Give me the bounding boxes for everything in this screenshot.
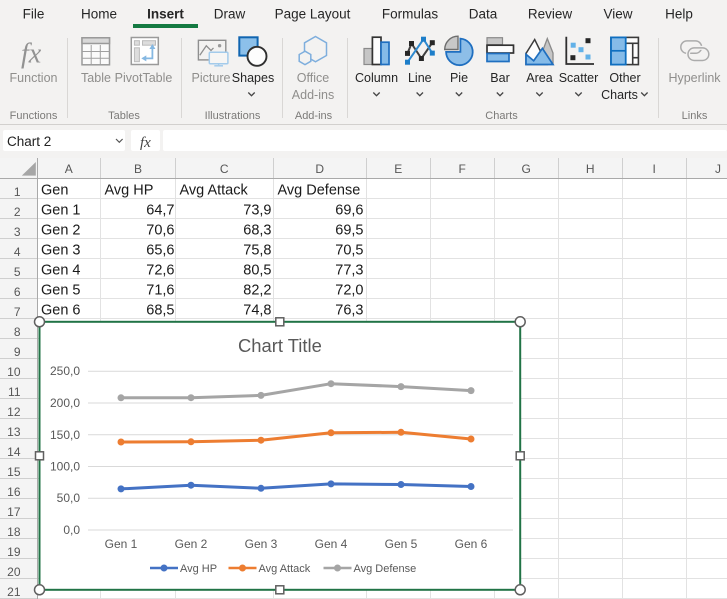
svg-text:G: G xyxy=(522,162,531,176)
svg-text:fx: fx xyxy=(140,135,151,151)
svg-text:Avg Defense: Avg Defense xyxy=(278,182,361,198)
svg-text:200,0: 200,0 xyxy=(50,396,80,410)
svg-text:2: 2 xyxy=(14,205,21,219)
svg-text:13: 13 xyxy=(7,425,21,439)
svg-text:3: 3 xyxy=(14,225,21,239)
svg-text:20: 20 xyxy=(7,565,21,579)
svg-text:75,8: 75,8 xyxy=(243,242,271,258)
svg-text:100,0: 100,0 xyxy=(50,460,80,474)
svg-text:70,6: 70,6 xyxy=(146,222,174,238)
svg-text:Gen 6: Gen 6 xyxy=(41,302,81,318)
svg-text:Gen 5: Gen 5 xyxy=(385,537,418,551)
svg-text:71,6: 71,6 xyxy=(146,282,174,298)
svg-text:H: H xyxy=(586,162,595,176)
svg-text:Gen 2: Gen 2 xyxy=(175,537,208,551)
svg-text:Gen 4: Gen 4 xyxy=(315,537,348,551)
svg-text:19: 19 xyxy=(7,545,21,559)
svg-text:68,5: 68,5 xyxy=(146,302,174,318)
svg-text:69,6: 69,6 xyxy=(335,202,363,218)
svg-text:Gen 1: Gen 1 xyxy=(41,202,81,218)
svg-text:0,0: 0,0 xyxy=(63,523,80,537)
svg-text:150,0: 150,0 xyxy=(50,428,80,442)
svg-text:A: A xyxy=(65,162,73,176)
svg-text:64,7: 64,7 xyxy=(146,202,174,218)
svg-text:6: 6 xyxy=(14,285,21,299)
svg-text:B: B xyxy=(134,162,142,176)
svg-text:21: 21 xyxy=(7,585,21,599)
svg-text:82,2: 82,2 xyxy=(243,282,271,298)
svg-text:Avg Attack: Avg Attack xyxy=(180,182,249,198)
svg-text:80,5: 80,5 xyxy=(243,262,271,278)
svg-text:Gen 6: Gen 6 xyxy=(455,537,488,551)
svg-text:Gen 4: Gen 4 xyxy=(41,262,81,278)
svg-text:72,6: 72,6 xyxy=(146,262,174,278)
svg-text:7: 7 xyxy=(14,305,21,319)
svg-text:74,8: 74,8 xyxy=(243,302,271,318)
svg-text:77,3: 77,3 xyxy=(335,262,363,278)
svg-text:Avg HP: Avg HP xyxy=(105,182,154,198)
svg-text:C: C xyxy=(220,162,229,176)
svg-text:70,5: 70,5 xyxy=(335,242,363,258)
svg-text:18: 18 xyxy=(7,525,21,539)
svg-text:F: F xyxy=(459,162,466,176)
svg-text:Gen 2: Gen 2 xyxy=(41,222,81,238)
svg-text:50,0: 50,0 xyxy=(57,491,81,505)
svg-text:Gen 1: Gen 1 xyxy=(105,537,138,551)
svg-text:10: 10 xyxy=(7,365,21,379)
svg-text:fx: fx xyxy=(21,39,42,70)
svg-text:Gen 3: Gen 3 xyxy=(245,537,278,551)
svg-text:16: 16 xyxy=(7,485,21,499)
svg-text:9: 9 xyxy=(14,345,21,359)
svg-text:65,6: 65,6 xyxy=(146,242,174,258)
svg-text:Gen 5: Gen 5 xyxy=(41,282,81,298)
svg-text:1: 1 xyxy=(14,185,21,199)
svg-text:15: 15 xyxy=(7,465,21,479)
svg-text:17: 17 xyxy=(7,505,21,519)
svg-text:14: 14 xyxy=(7,445,21,459)
svg-text:Gen: Gen xyxy=(41,182,68,198)
svg-text:11: 11 xyxy=(8,385,21,399)
svg-text:76,3: 76,3 xyxy=(335,302,363,318)
svg-text:72,0: 72,0 xyxy=(335,282,363,298)
svg-text:4: 4 xyxy=(14,245,21,259)
svg-text:5: 5 xyxy=(14,265,21,279)
svg-text:69,5: 69,5 xyxy=(335,222,363,238)
svg-text:12: 12 xyxy=(7,405,21,419)
svg-text:8: 8 xyxy=(14,325,21,339)
svg-text:Avg HP: Avg HP xyxy=(180,563,217,575)
svg-text:Gen 3: Gen 3 xyxy=(41,242,81,258)
svg-text:Chart Title: Chart Title xyxy=(238,335,322,356)
svg-text:I: I xyxy=(653,162,656,176)
svg-text:D: D xyxy=(315,162,324,176)
svg-text:68,3: 68,3 xyxy=(243,222,271,238)
svg-text:250,0: 250,0 xyxy=(50,364,80,378)
svg-text:Avg Attack: Avg Attack xyxy=(259,563,311,575)
svg-text:E: E xyxy=(394,162,402,176)
svg-text:Avg Defense: Avg Defense xyxy=(354,563,417,575)
svg-text:73,9: 73,9 xyxy=(243,202,271,218)
svg-text:J: J xyxy=(715,162,721,176)
